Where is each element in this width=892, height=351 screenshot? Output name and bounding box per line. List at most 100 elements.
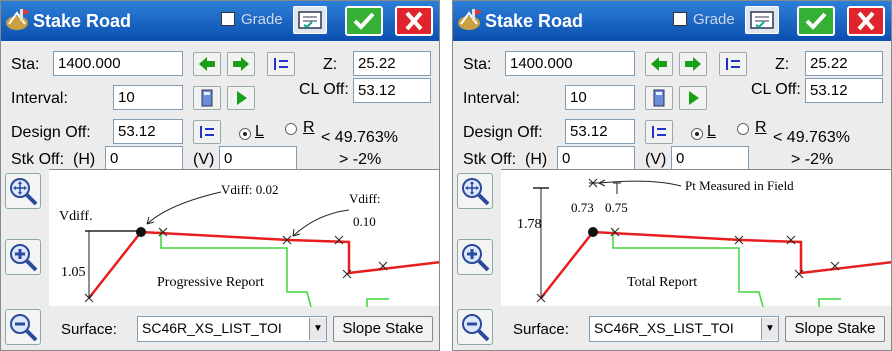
annotation-vdiff-1: Vdiff: 0.02 [221,182,279,197]
zoom-in-button[interactable] [457,239,493,275]
close-icon [857,11,875,31]
zoom-in-button[interactable] [5,239,41,275]
list-icon [726,58,740,70]
surface-label: Surface: [61,321,117,338]
slope-stake-button[interactable]: Slope Stake [333,316,433,342]
play-icon [237,91,247,105]
zoom-out-button[interactable] [5,309,41,345]
stake-road-window-progressive: Stake Road Grade Sta: 1400.000 Z: 25.22 … [0,0,440,351]
side-left-label: L [707,123,716,140]
grade-label: Grade [241,11,283,28]
arrow-right-icon [233,57,249,71]
z-label: Z: [775,56,790,73]
zoom-extents-icon [10,178,38,206]
stake-v-input[interactable]: 0 [219,146,297,171]
zoom-extents-button[interactable] [5,173,41,209]
zoom-in-icon [10,244,38,272]
sta-label: Sta: [11,56,40,73]
h-label: (H) [525,151,548,168]
interval-input[interactable]: 10 [113,85,183,110]
slope-stake-button[interactable]: Slope Stake [785,316,885,342]
sta-input[interactable]: 1400.000 [53,51,183,76]
arrow-right-icon [685,57,701,71]
side-left-radio[interactable] [239,128,251,140]
annotation-vdiff-a: 0.73 [571,200,594,215]
side-left-radio[interactable] [691,128,703,140]
stake-road-window-total: Stake Road Grade Sta: 1400.000 Z: 25.22 … [452,0,892,351]
zoom-out-icon [462,314,490,342]
h-label: (H) [73,151,96,168]
arrow-left-icon [199,57,215,71]
side-right-label: R [755,119,767,136]
play-button[interactable] [227,86,255,110]
configure-button[interactable] [745,6,779,34]
prev-station-button[interactable] [645,52,673,76]
side-right-label: R [303,119,315,136]
sta-input[interactable]: 1400.000 [505,51,635,76]
grade-percent: > -2% [339,151,382,168]
station-list-button[interactable] [719,52,747,76]
slope-percent: < 49.763% [773,129,850,146]
v-label: (V) [645,151,667,168]
design-off-input[interactable]: 53.12 [565,119,635,144]
vdiff-value: 1.05 [61,265,86,280]
slope-percent: < 49.763% [321,129,398,146]
chevron-down-icon[interactable]: ▼ [761,318,778,340]
shot-point [136,227,146,237]
design-list-button[interactable] [645,120,673,144]
design-off-input[interactable]: 53.12 [113,119,183,144]
z-label: Z: [323,56,338,73]
stk-off-label: Stk Off: [463,151,517,168]
annotation-vdiff-2-value: 0.10 [353,214,376,229]
ok-button[interactable] [345,6,383,36]
zoom-extents-button[interactable] [457,173,493,209]
surface-select[interactable]: SC46R_XS_LIST_TOI [589,316,779,342]
side-left-label: L [255,123,264,140]
next-station-button[interactable] [679,52,707,76]
annotation-arrow [146,191,222,225]
sta-label: Sta: [463,56,492,73]
annotation-arrow [292,209,350,237]
annotation-measured: Pt Measured in Field [685,178,794,193]
next-station-button[interactable] [227,52,255,76]
v-label: (V) [193,151,215,168]
title-bar: Stake Road Grade [453,1,891,41]
interval-label: Interval: [463,90,520,107]
calculator-button[interactable] [645,86,673,110]
stk-off-label: Stk Off: [11,151,65,168]
prev-station-button[interactable] [193,52,221,76]
road-stake-icon [6,9,30,30]
calculator-button[interactable] [193,86,221,110]
window-title: Stake Road [33,11,132,31]
chevron-down-icon[interactable]: ▼ [309,318,326,340]
side-right-radio[interactable] [737,123,749,135]
design-off-label: Design Off: [11,124,91,141]
interval-input[interactable]: 10 [565,85,635,110]
stake-v-input[interactable]: 0 [671,146,749,171]
zoom-out-button[interactable] [457,309,493,345]
cross-section-view[interactable]: 1.78 Pt Measured in Field 0.73 0.75 Tota… [501,169,891,308]
vdiff-label: Vdiff. [59,209,93,224]
side-right-radio[interactable] [285,123,297,135]
stake-h-input[interactable]: 0 [557,146,635,171]
cancel-button[interactable] [847,6,885,36]
ok-button[interactable] [797,6,835,36]
configure-icon [750,11,774,29]
play-icon [689,91,699,105]
grade-checkbox[interactable] [221,12,235,26]
cross-section-view[interactable]: Vdiff. 1.05 Vdiff: 0.02 Vdiff: 0.10 Prog… [49,169,439,308]
stake-h-input[interactable]: 0 [105,146,183,171]
play-button[interactable] [679,86,707,110]
vdiff-value: 1.78 [517,217,542,232]
grade-checkbox[interactable] [673,12,687,26]
annotation-vdiff-2: Vdiff: [349,191,381,206]
annotation-arrow [598,180,682,187]
design-list-button[interactable] [193,120,221,144]
road-stake-icon [458,9,482,30]
report-label: Progressive Report [157,275,264,290]
configure-button[interactable] [293,6,327,34]
station-list-button[interactable] [267,52,295,76]
report-label: Total Report [627,275,697,290]
cancel-button[interactable] [395,6,433,36]
surface-select[interactable]: SC46R_XS_LIST_TOI [137,316,327,342]
